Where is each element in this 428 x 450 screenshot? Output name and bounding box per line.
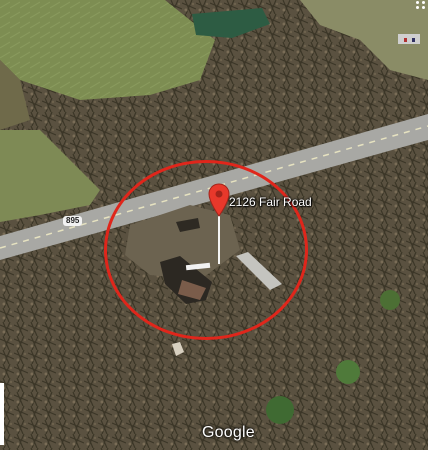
more-dots-icon[interactable] bbox=[414, 0, 428, 10]
location-highlight-circle bbox=[104, 160, 308, 340]
pin-stem bbox=[218, 216, 220, 264]
map-pin-icon[interactable] bbox=[208, 183, 230, 217]
satellite-map[interactable]: 2126 Fair Road 895 Google bbox=[0, 0, 428, 450]
left-edge-panel bbox=[0, 383, 4, 445]
route-shield: 895 bbox=[63, 216, 83, 226]
place-label[interactable]: 2126 Fair Road bbox=[229, 195, 312, 209]
google-watermark: Google bbox=[202, 424, 255, 441]
